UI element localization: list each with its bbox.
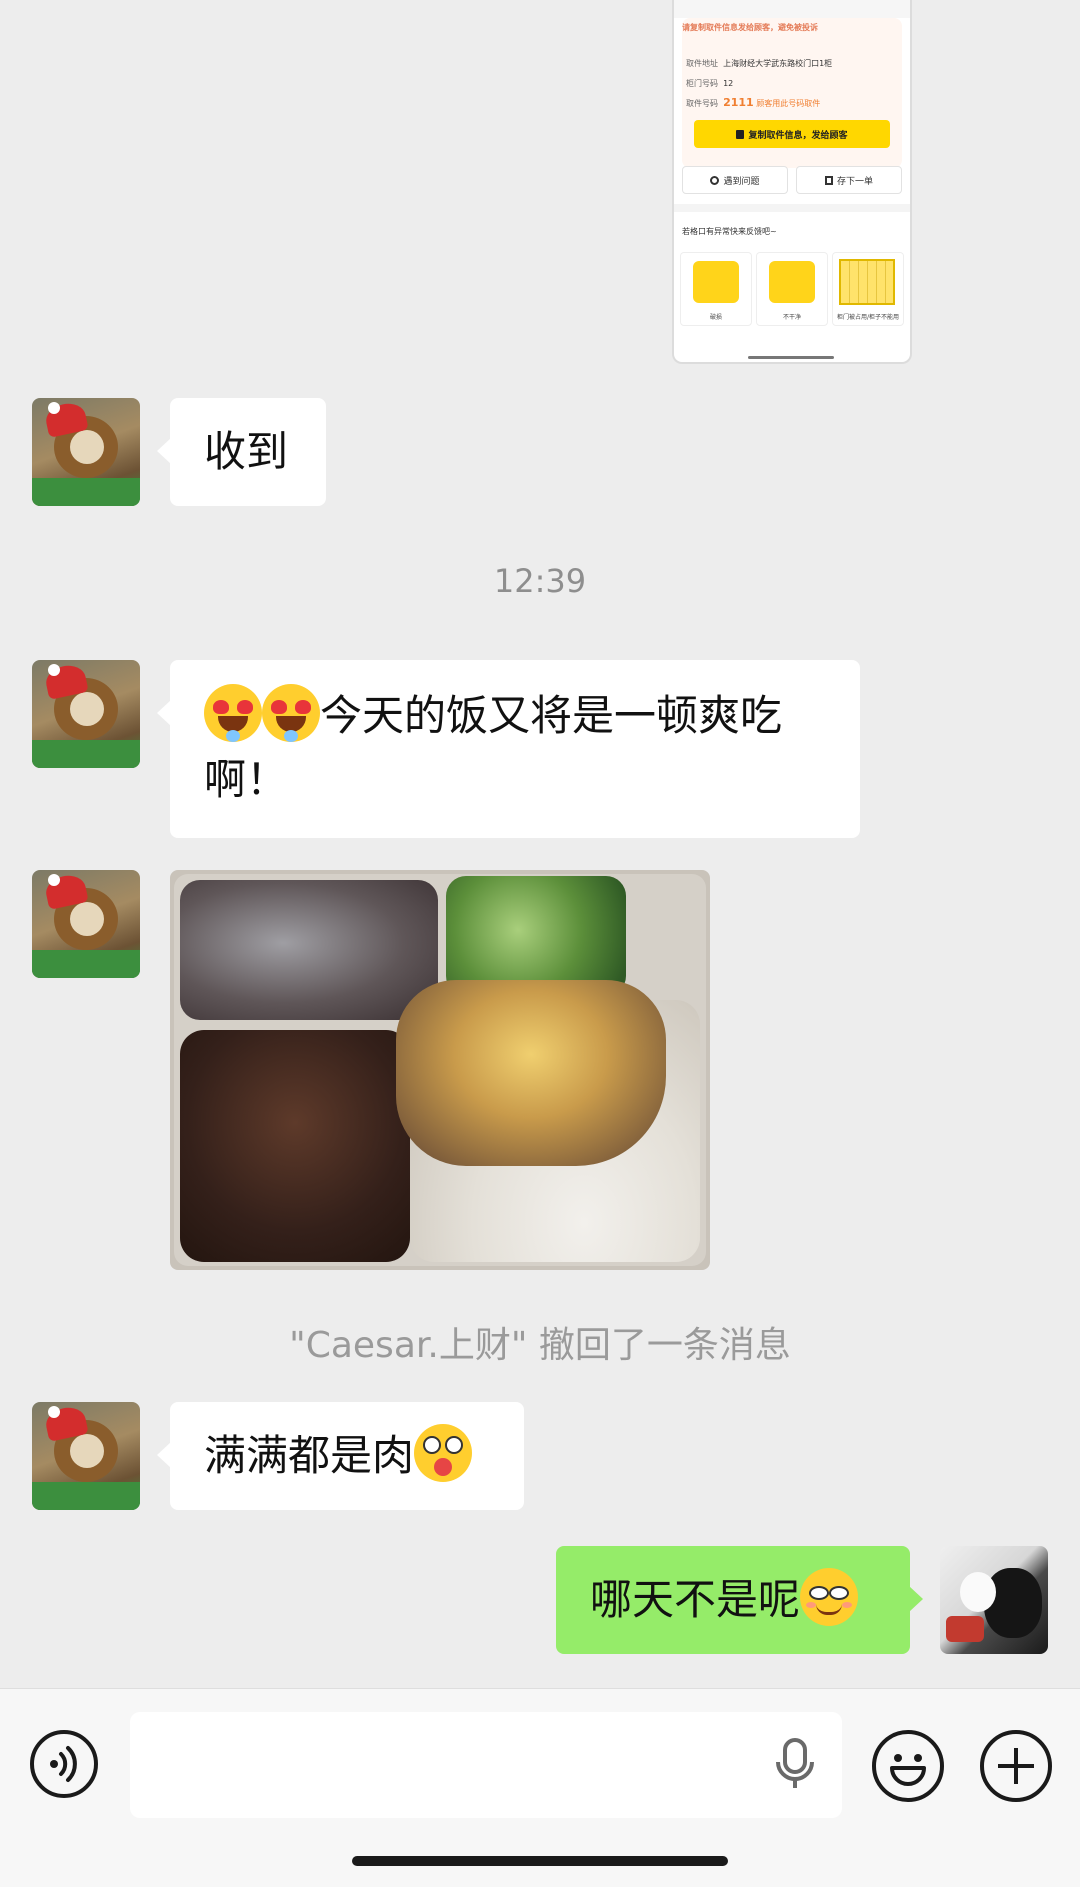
copy-button-label: 复制取件信息，发给顾客 bbox=[748, 130, 848, 141]
feedback-card-label: 破损 bbox=[709, 314, 722, 321]
next-order-button: 存下一单 bbox=[796, 166, 902, 194]
avatar-face bbox=[70, 902, 104, 936]
code-row: 取件号码 2111 顾客用此号码取件 bbox=[686, 96, 820, 109]
section-divider bbox=[674, 204, 910, 212]
contact-avatar[interactable] bbox=[32, 1402, 140, 1510]
feedback-title: 若格口有异常快来反馈吧~ bbox=[682, 227, 777, 236]
food-greens bbox=[446, 876, 626, 996]
shared-screenshot-message[interactable]: 请复制取件信息发给顾客，避免被投诉 取件地址 上海财经大学武东路校门口1柜 柜门… bbox=[672, 0, 912, 364]
avatar-face bbox=[70, 430, 104, 464]
voice-button[interactable] bbox=[30, 1730, 98, 1798]
contact-avatar[interactable] bbox=[32, 870, 140, 978]
address-row: 取件地址 上海财经大学武东路校门口1柜 bbox=[686, 58, 832, 69]
starstruck-emoji-icon bbox=[414, 1424, 473, 1482]
yellow-locker-icon bbox=[769, 261, 815, 303]
emoji-icon bbox=[890, 1754, 926, 1786]
problem-button: 遇到问题 bbox=[682, 166, 788, 194]
message-input[interactable] bbox=[130, 1712, 842, 1818]
locker-label: 柜门号码 bbox=[686, 79, 718, 88]
message-bubble[interactable]: 收到 bbox=[157, 398, 326, 506]
screenshot-topbar bbox=[674, 0, 910, 18]
avatar-grass bbox=[32, 1482, 140, 1510]
hat-pompom bbox=[48, 1406, 60, 1418]
headset-icon bbox=[710, 175, 720, 185]
feedback-card-label: 柜门被占用/柜子不能用 bbox=[836, 314, 900, 321]
avatar-white-dog bbox=[960, 1572, 996, 1612]
contact-avatar[interactable] bbox=[32, 398, 140, 506]
avatar-grass bbox=[32, 478, 140, 506]
message-text: 满满都是肉 bbox=[204, 1431, 415, 1480]
hat-pompom bbox=[48, 664, 60, 676]
code-label: 取件号码 bbox=[686, 99, 718, 108]
more-button[interactable] bbox=[980, 1730, 1052, 1802]
feedback-card-dirty: 不干净 bbox=[756, 252, 828, 326]
avatar-grass bbox=[32, 950, 140, 978]
self-message-bubble[interactable]: 哪天不是呢 bbox=[556, 1546, 923, 1654]
next-icon bbox=[824, 175, 833, 185]
hat-pompom bbox=[48, 874, 60, 886]
avatar-face bbox=[70, 692, 104, 726]
smirk-emoji-icon bbox=[800, 1568, 859, 1626]
feedback-card-label: 不干净 bbox=[782, 314, 801, 321]
copy-pickup-info-button: 复制取件信息，发给顾客 bbox=[694, 120, 890, 148]
food-photo-message[interactable] bbox=[170, 870, 710, 1270]
avatar-red-cloth bbox=[946, 1616, 984, 1642]
hat-pompom bbox=[48, 402, 60, 414]
food-braised-meat bbox=[180, 1030, 410, 1262]
screenshot-home-indicator bbox=[748, 356, 834, 359]
message-text: 收到 bbox=[204, 427, 289, 476]
recall-notice: "Caesar.上财" 撤回了一条消息 bbox=[289, 1325, 791, 1366]
message-text: 哪天不是呢 bbox=[590, 1575, 801, 1624]
food-egg bbox=[396, 980, 666, 1166]
heart-eyes-emoji-icon bbox=[262, 684, 320, 742]
message-bubble[interactable]: 满满都是肉 bbox=[157, 1402, 524, 1510]
heart-eyes-emoji-icon bbox=[204, 684, 262, 742]
feedback-card-damaged: 破损 bbox=[680, 252, 752, 326]
avatar-face bbox=[70, 1434, 104, 1468]
yellow-locker-icon bbox=[693, 261, 739, 303]
pickup-notice: 请复制取件信息发给顾客，避免被投诉 bbox=[682, 23, 818, 32]
emoji-button[interactable] bbox=[872, 1730, 944, 1802]
home-indicator[interactable] bbox=[352, 1856, 728, 1866]
self-avatar[interactable] bbox=[940, 1546, 1048, 1654]
voice-icon bbox=[50, 1746, 77, 1782]
next-button-label: 存下一单 bbox=[836, 176, 873, 187]
message-bubble[interactable]: 今天的饭又将是一顿爽吃啊！ bbox=[157, 660, 860, 838]
locker-value: 12 bbox=[723, 79, 734, 88]
food-fish bbox=[180, 880, 438, 1020]
timestamp: 12:39 bbox=[493, 562, 587, 600]
plus-icon bbox=[998, 1748, 1034, 1784]
contact-avatar[interactable] bbox=[32, 660, 140, 768]
locker-grid-icon bbox=[839, 259, 895, 305]
problem-button-label: 遇到问题 bbox=[723, 176, 760, 187]
code-value: 2111 bbox=[723, 96, 754, 109]
feedback-card-occupied: 柜门被占用/柜子不能用 bbox=[832, 252, 904, 326]
code-hint: 顾客用此号码取件 bbox=[756, 99, 821, 108]
avatar-grass bbox=[32, 740, 140, 768]
address-value: 上海财经大学武东路校门口1柜 bbox=[723, 59, 833, 68]
copy-icon bbox=[736, 129, 745, 139]
address-label: 取件地址 bbox=[686, 59, 718, 68]
mic-icon[interactable] bbox=[770, 1734, 820, 1794]
locker-row: 柜门号码 12 bbox=[686, 78, 733, 89]
